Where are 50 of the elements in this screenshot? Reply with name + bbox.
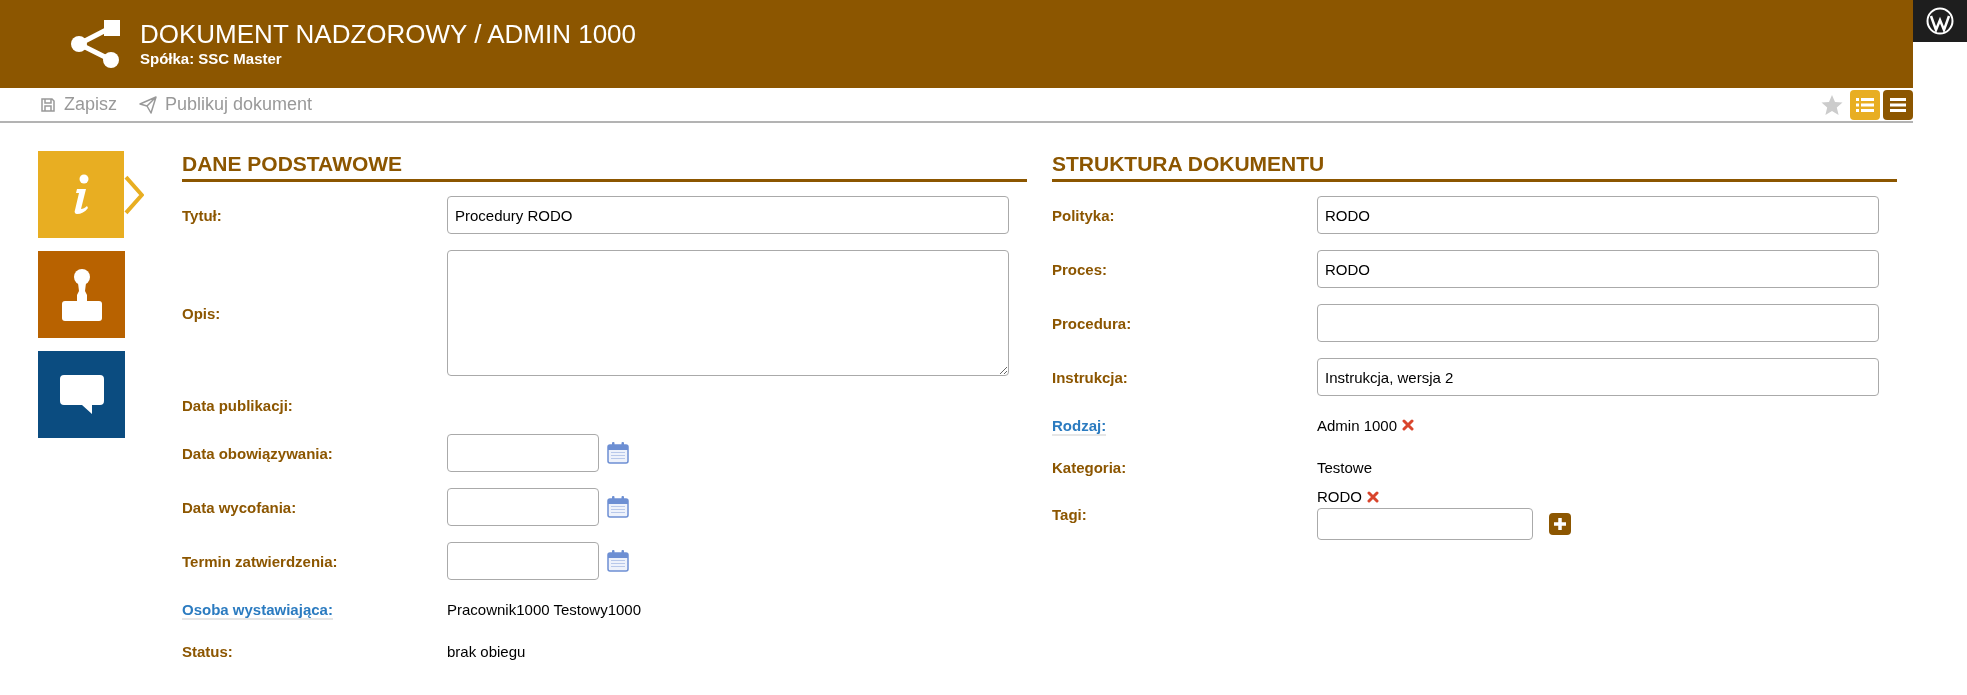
plus-icon [1553, 517, 1567, 531]
field-label: Data obowiązywania: [182, 444, 333, 462]
calendar-icon[interactable] [606, 495, 630, 519]
field-label-link[interactable]: Rodzaj: [1052, 416, 1107, 436]
chevron-icon [124, 174, 144, 215]
tag-field[interactable] [1317, 508, 1533, 540]
remove-icon[interactable] [1367, 490, 1379, 503]
save-icon [40, 96, 56, 113]
page-subtitle: Spółka: SSC Master [140, 49, 283, 69]
field-label: Tytuł: [182, 206, 222, 224]
menu-icon [1889, 96, 1907, 113]
field-label: Data wycofania: [182, 498, 297, 516]
field-label: Termin zatwierdzenia: [182, 552, 338, 570]
text-field[interactable]: Instrukcja, wersja 2 [1317, 358, 1879, 396]
field-label: Instrukcja: [1052, 368, 1128, 386]
date-field[interactable] [447, 542, 599, 580]
field-value: brak obiegu [447, 642, 526, 660]
share-icon [70, 18, 122, 70]
page-title: DOKUMENT NADZOROWY / ADMIN 1000 [140, 19, 637, 49]
add-button[interactable] [1549, 513, 1571, 535]
section-heading: STRUKTURA DOKUMENTU [1052, 151, 1897, 182]
calendar-icon[interactable] [606, 549, 630, 573]
field-label: Status: [182, 642, 233, 660]
tag-label: RODO [1317, 488, 1362, 505]
field-value: Pracownik1000 Testowy1000 [447, 600, 641, 618]
field-label: Procedura: [1052, 314, 1132, 332]
section-heading: DANE PODSTAWOWE [182, 151, 1027, 182]
field-label: Data publikacji: [182, 396, 293, 414]
field-label: Tagi: [1052, 505, 1087, 523]
info-tab[interactable] [38, 151, 144, 238]
logo-icon[interactable] [1926, 7, 1954, 35]
text-field[interactable]: RODO [1317, 196, 1879, 234]
date-field[interactable] [447, 488, 599, 526]
list-icon [1855, 95, 1875, 114]
field-label: Opis: [182, 304, 221, 322]
field-value: Testowe [1317, 458, 1373, 476]
field-label: Proces: [1052, 260, 1108, 278]
text-field[interactable]: Procedury RODO [447, 196, 1009, 234]
speech-bubble-icon [58, 373, 105, 416]
text-field[interactable]: RODO [1317, 250, 1879, 288]
menu-button[interactable] [1883, 89, 1913, 120]
field-label: Kategoria: [1052, 458, 1127, 476]
field-label-link[interactable]: Osoba wystawiająca: [182, 600, 333, 620]
field-label: Polityka: [1052, 206, 1115, 224]
date-field[interactable] [447, 434, 599, 472]
paper-plane-icon [139, 95, 157, 114]
remove-icon[interactable] [1402, 419, 1415, 431]
text-field[interactable] [1317, 304, 1879, 342]
field-value: Admin 1000 [1317, 416, 1398, 434]
calendar-icon[interactable] [606, 441, 630, 465]
